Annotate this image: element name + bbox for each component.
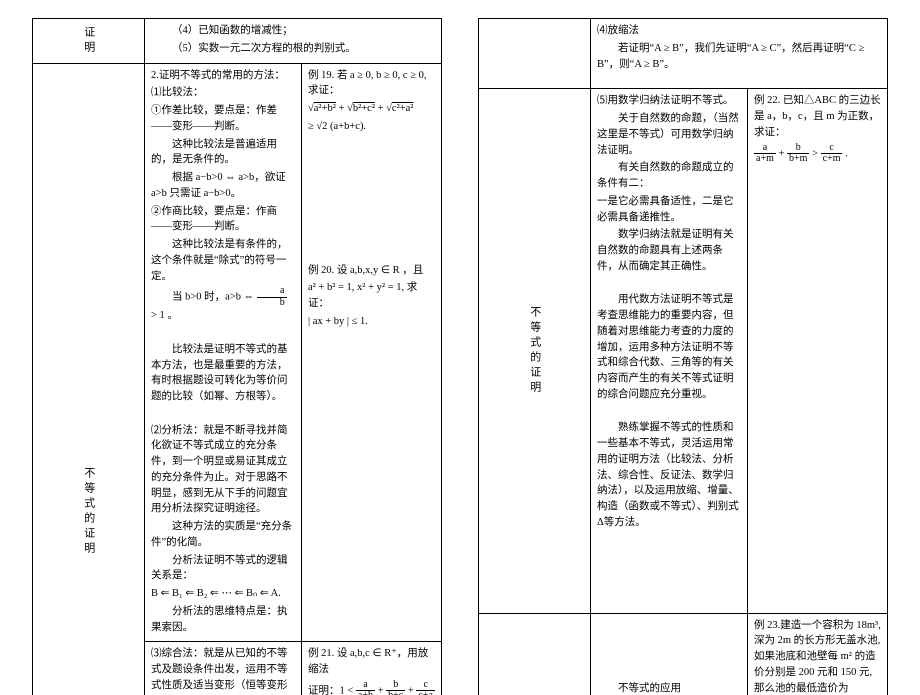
m1c: 根据 a−b>0 ⇔ a>b，欲证 a>b 只需证 a−b>0。 [151,170,295,202]
ex21-pre: 证明：1 < [308,685,356,695]
m2a: 这种方法的实质是“充分条件”的化简。 [151,519,295,551]
ex20-title: 例 20. 设 a,b,x,y ∈ R ，且 [308,263,435,279]
ex20-res: | ax + by | ≤ 1. [308,314,435,330]
ex22-f2: bb+m [787,143,809,165]
right-vhead-2: 不等式的应用 [479,613,591,695]
ex19-line2: ≥ √2 (a+b+c). [308,119,435,135]
r2c: 有关自然数的命题成立的条件有二： [597,160,741,192]
ex22-f3: cc+m [821,143,843,165]
m2d: 分析法的思维特点是：执果索因。 [151,604,295,636]
m1: ⑴比较法： [151,85,295,101]
m-title: 2.证明不等式的常用的方法： [151,68,295,84]
sqrt-term-1: √a²+b² [308,103,336,114]
left-page: 证明 （4）已知函数的增减性； （5）实数一元二次方程的根的判别式。 不等式的证… [32,18,442,695]
ex22-title: 例 22. 已知△ABC 的三边长是 a，b，c，且 m 为正数，求证： [754,93,881,140]
m1a: ①作差比较，要点是：作差——变形——判断。 [151,103,295,135]
r1a: 若证明“A ≥ B”，我们先证明“A ≥ C”，然后再证明“C ≥ B”，则“A… [597,41,881,73]
sqrt-term-3: √c²+a² [386,103,413,114]
ex21-f3: cc+a [416,680,435,695]
m1f-tail: > 1 。 [151,310,178,321]
ex22-plus: + [778,148,787,159]
r2d: 一是它必需具备适性，二是它必需具备递推性。 [597,194,741,226]
ex23-t: 例 23.建造一个容积为 18m³,深为 2m 的长方形无盖水池,如果池底和池壁… [754,618,881,695]
m2b: 分析法证明不等式的逻辑关系是： [151,553,295,585]
ex22-line: aa+m + bb+m > cc+m . [754,143,881,165]
r2f: 用代数方法证明不等式是考查思维能力的重要内容，但随着对思维能力考查的力度的增加，… [597,292,741,402]
right-row3: 不等式的应用 不等式是研究方程、函数的重要工具，在历年高考题中，多次用到不等式解… [591,613,748,695]
row1-line4: （4）已知函数的增减性； [151,23,435,39]
ex22-f1: aa+m [754,143,776,165]
m1f-line: 当 b>0 时，a>b ⇔ ab > 1 。 [151,286,295,324]
ex21-f2: bb+c [386,680,405,695]
m2c: B ⇐ B₁ ⇐ B₂ ⇐ ⋯ ⇐ Bₙ ⇐ A. [151,586,295,602]
ex22-gt: > [812,148,821,159]
ex22-tail: . [845,148,848,159]
ex19-pre: 例 19. 若 a ≥ 0, b ≥ 0, c ≥ 0, 求证： [308,68,435,100]
m1f-pre: 当 b>0 时，a>b ⇔ [172,292,257,303]
ex22: 例 22. 已知△ABC 的三边长是 a，b，c，且 m 为正数，求证： aa+… [748,89,888,613]
m1e: 这种比较法是有条件的，这个条件就是“除式”的符号一定。 [151,237,295,284]
methods-12: 2.证明不等式的常用的方法： ⑴比较法： ①作差比较，要点是：作差——变形——判… [145,63,302,642]
left-row1-content: （4）已知函数的增减性； （5）实数一元二次方程的根的判别式。 [145,19,442,64]
m3: ⑶综合法：就是从已知的不等式及题设条件出发，运用不等式性质及适当变形（恒等变形或… [151,646,295,695]
right-vhead-1: 不等式的证明 [479,89,591,613]
ex19-line: √a²+b² + √b²+c² + √c²+a² [308,101,435,117]
r2a: ⑸用数学归纳法证明不等式。 [597,93,741,109]
m1g: 比较法是证明不等式的基本方法，也是最重要的方法，有时根据题设可转化为等价问题的比… [151,342,295,405]
row1-line5: （5）实数一元二次方程的根的判别式。 [151,41,435,57]
m1b: 这种比较法是普遍适用的，是无条件的。 [151,137,295,169]
right-row1: ⑷放缩法 若证明“A ≥ B”，我们先证明“A ≥ C”，然后再证明“C ≥ B… [591,19,888,89]
right-row2: ⑸用数学归纳法证明不等式。 关于自然数的命题，（当然这里是不等式）可用数学归纳法… [591,89,748,613]
ex-19-20: 例 19. 若 a ≥ 0, b ≥ 0, c ≥ 0, 求证： √a²+b² … [302,63,442,642]
r2e: 数学归纳法就是证明有关自然数的命题具有上述两条件，从而确定其正确性。 [597,227,741,274]
ex23-body: 例 23.建造一个容积为 18m³,深为 2m 的长方形无盖水池,如果池底和池壁… [754,620,881,694]
ex19-body: √2 (a+b+c). [316,121,366,132]
ex21-line: 证明：1 < aa+b + bb+c + cc+a < 2 . [308,680,435,695]
r2g: 熟练掌握不等式的性质和一些基本不等式，灵活运用常用的证明方法（比较法、分析法、综… [597,420,741,530]
right-vhead-0 [479,19,591,89]
method-3: ⑶综合法：就是从已知的不等式及题设条件出发，运用不等式性质及适当变形（恒等变形或… [145,642,302,695]
ex20-cond: a² + b² = 1, x² + y² = 1, 求证： [308,280,435,312]
ex21-title: 例 21. 设 a,b,c ∈ R⁺，用放缩法 [308,646,435,678]
right-page: ⑷放缩法 若证明“A ≥ B”，我们先证明“A ≥ C”，然后再证明“C ≥ B… [478,18,888,695]
m1d: ②作商比较，要点是：作商——变形——判断。 [151,204,295,236]
ex23: 例 23.建造一个容积为 18m³,深为 2m 的长方形无盖水池,如果池底和池壁… [748,613,888,695]
left-vhead-1: 证明 [33,19,145,64]
r1t: ⑷放缩法 [597,23,881,39]
r3t: 不等式的应用 [597,681,741,695]
left-vhead-2: 不等式的证明 [33,63,145,695]
m2: ⑵分析法：就是不断寻找并简化欲证不等式成立的充分条件，到一个明显或易证其成立的充… [151,423,295,518]
sqrt-term-2: √b²+c² [347,103,375,114]
ex21: 例 21. 设 a,b,c ∈ R⁺，用放缩法 证明：1 < aa+b + bb… [302,642,442,695]
r2b: 关于自然数的命题，（当然这里是不等式）可用数学归纳法证明。 [597,111,741,158]
frac-a-over-b: ab [257,286,287,308]
ex21-f1: aa+b [356,680,375,695]
